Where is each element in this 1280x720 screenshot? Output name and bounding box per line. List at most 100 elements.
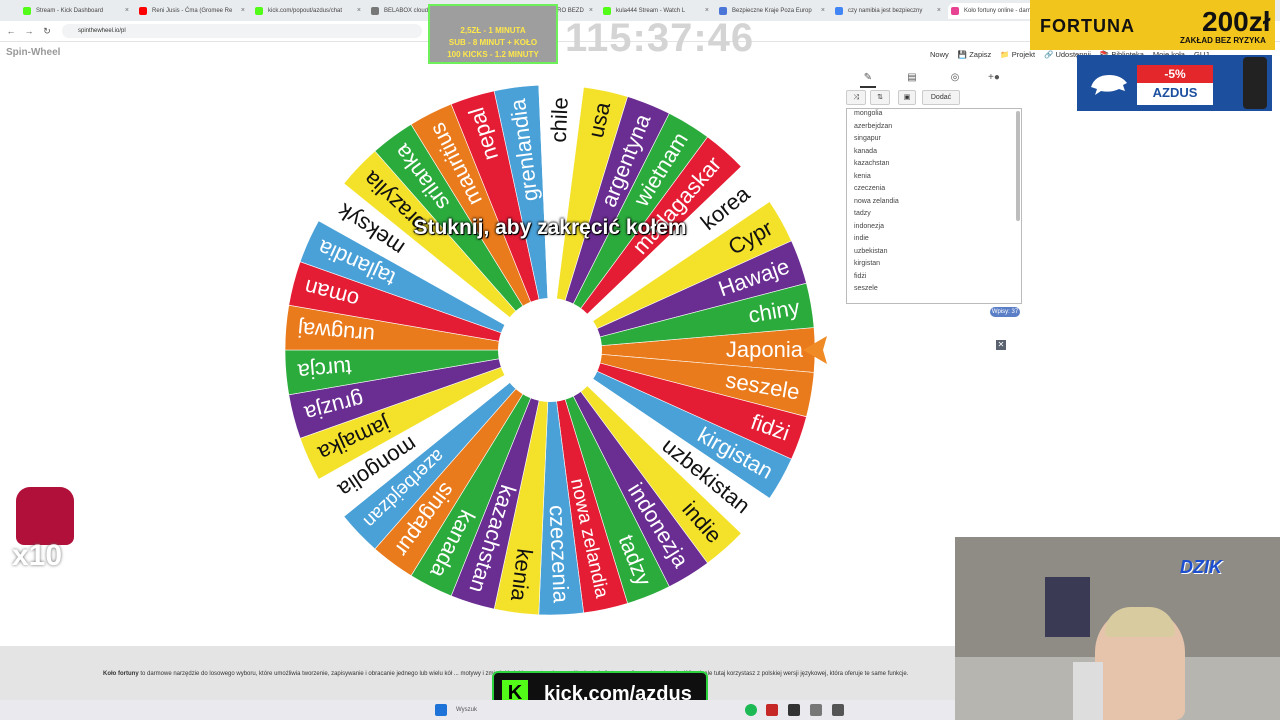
- dzik-banner: -5% AZDUS: [1077, 55, 1272, 111]
- windows-taskbar: Wyszuk: [0, 700, 955, 720]
- multiplier-badge: x10: [12, 487, 78, 577]
- browser-tab[interactable]: czy namibia jest bezpieczny ×: [832, 3, 944, 19]
- footer-bold: Koło fortuny: [103, 671, 141, 677]
- scrollbar[interactable]: [1016, 111, 1020, 221]
- entry-line[interactable]: czeczenia: [854, 185, 885, 192]
- headphones: [1073, 662, 1103, 720]
- entry-line[interactable]: singapur: [854, 135, 881, 142]
- entry-line[interactable]: azerbejdzan: [854, 123, 892, 130]
- tab-favicon-icon: [23, 7, 31, 15]
- tab-close-icon[interactable]: ×: [125, 3, 129, 19]
- fortuna-logo: FORTUNA: [1040, 16, 1135, 36]
- dzik-logo: DZIK: [1180, 557, 1222, 577]
- wheel-segment-label: czeczenia: [545, 504, 574, 604]
- terminal-icon[interactable]: [788, 704, 800, 716]
- clipboard-icon[interactable]: ▤: [904, 70, 920, 86]
- tab-close-icon[interactable]: ×: [937, 3, 941, 19]
- tab-favicon-icon: [139, 7, 147, 15]
- reload-icon[interactable]: ↻: [40, 24, 54, 38]
- app-icon[interactable]: [810, 704, 822, 716]
- spotify-icon[interactable]: [745, 704, 757, 716]
- entry-line[interactable]: seszele: [854, 285, 878, 292]
- tab-close-icon[interactable]: ×: [241, 3, 245, 19]
- shuffle-button[interactable]: ⤨: [846, 90, 866, 105]
- wheel-segment-label: turcja: [296, 355, 352, 385]
- browser-tab[interactable]: Reni Jusis - Ćma (Gromee Re ×: [136, 3, 248, 19]
- spin-hint[interactable]: Stuknij, aby zakręcić kołem: [340, 216, 760, 240]
- url-field[interactable]: spinthewheel.io/pl: [62, 24, 422, 38]
- taskbar-search[interactable]: Wyszuk: [456, 704, 496, 716]
- forward-icon[interactable]: →: [22, 24, 36, 38]
- multiplier-label: x10: [12, 539, 63, 572]
- timer-rules-box: 2,5ZŁ - 1 MINUTA SUB - 8 MINUT + KOŁO 10…: [428, 4, 558, 64]
- streamer-hair: [1105, 607, 1175, 637]
- browser-tab[interactable]: kick.com/popout/azdus/chat ×: [252, 3, 364, 19]
- image-button[interactable]: ▣: [898, 90, 916, 105]
- tab-close-icon[interactable]: ×: [821, 3, 825, 19]
- entry-line[interactable]: kazachstan: [854, 160, 889, 167]
- sort-button[interactable]: ⇅: [870, 90, 890, 105]
- spin-wheel[interactable]: Japoniaseszelefidżikirgistanuzbekistanin…: [285, 85, 845, 625]
- page-footer: Koło fortuny to darmowe narzędzie do los…: [0, 646, 955, 700]
- add-color-icon[interactable]: +●: [986, 70, 1002, 86]
- browser-tab[interactable]: Stream - Kick Dashboard ×: [20, 3, 132, 19]
- tab-label: czy namibia jest bezpieczny: [848, 8, 923, 14]
- tab-label: BELABOX cloud: [384, 8, 429, 14]
- discount-label: -5%: [1137, 65, 1213, 83]
- app-icon-2[interactable]: [832, 704, 844, 716]
- tab-favicon-icon: [951, 7, 959, 15]
- add-button[interactable]: Dodać: [922, 90, 960, 105]
- menu-item[interactable]: 💾 Zapisz: [958, 50, 992, 59]
- close-icon[interactable]: ✕: [996, 340, 1006, 350]
- entry-line[interactable]: uzbekistan: [854, 248, 887, 255]
- menu-item[interactable]: 📁 Projekt: [1000, 50, 1035, 59]
- wheel-segment-label: chile: [546, 97, 573, 143]
- fortuna-amount: 200zł: [1202, 6, 1271, 37]
- entries-toolbar: ⤨ ⇅ ▣ Dodać: [846, 90, 1022, 105]
- promo-code: AZDUS: [1152, 85, 1198, 100]
- tab-label: Reni Jusis - Ćma (Gromee Re: [152, 8, 233, 14]
- tab-favicon-icon: [255, 7, 263, 15]
- entry-line[interactable]: kirgistan: [854, 260, 880, 267]
- stream-timer: 115:37:46: [565, 16, 755, 60]
- editor-tabs: ✎ ▤ ◎ +●: [846, 70, 1022, 88]
- gift-icon: [16, 487, 74, 545]
- start-icon[interactable]: [435, 704, 447, 716]
- tab-label: Koło fortuny online - darmo: [964, 8, 1037, 14]
- tab-label: Stream - Kick Dashboard: [36, 8, 104, 14]
- rule-line-1: 2,5ZŁ - 1 MINUTA: [460, 26, 526, 35]
- entry-line[interactable]: kanada: [854, 148, 877, 155]
- entry-line[interactable]: mongolia: [854, 110, 882, 117]
- fortuna-subtitle: ZAKŁAD BEZ RYZYKA: [1180, 36, 1266, 45]
- obs-icon[interactable]: [766, 704, 778, 716]
- tab-label: kula444 Stream - Watch L: [616, 8, 686, 14]
- entry-line[interactable]: kenia: [854, 173, 871, 180]
- wheel-center[interactable]: [498, 298, 602, 402]
- rule-line-3: 100 KICKS - 1.2 MINUTY: [447, 50, 539, 59]
- fridge: [1045, 577, 1090, 637]
- entry-line[interactable]: tadzy: [854, 210, 871, 217]
- entry-line[interactable]: indonezja: [854, 223, 884, 230]
- entry-line[interactable]: fidżi: [854, 273, 866, 280]
- tab-favicon-icon: [719, 7, 727, 15]
- tab-favicon-icon: [603, 7, 611, 15]
- boar-icon: [1091, 75, 1127, 95]
- menu-item[interactable]: Nowy: [930, 50, 949, 59]
- hide-eye-icon[interactable]: ◎: [947, 70, 963, 86]
- entry-line[interactable]: nowa zelandia: [854, 198, 899, 205]
- tab-label: kick.com/popout/azdus/chat: [268, 8, 343, 14]
- entries-count-badge: Wpisy: 37: [990, 307, 1020, 317]
- back-icon[interactable]: ←: [4, 24, 18, 38]
- webcam-feed: DZIK: [955, 537, 1280, 720]
- edit-pencil-icon[interactable]: ✎: [860, 70, 876, 88]
- tab-close-icon[interactable]: ×: [357, 3, 361, 19]
- entry-line[interactable]: indie: [854, 235, 869, 242]
- tab-favicon-icon: [835, 7, 843, 15]
- site-logo[interactable]: Spin-Wheel: [6, 47, 60, 58]
- energy-drink-icon: [1243, 57, 1267, 109]
- entries-textarea[interactable]: mongolia azerbejdzan singapur kanada kazachs…: [846, 108, 1022, 304]
- tab-label: Bezpieczne Kraje Poza Europ: [732, 8, 812, 14]
- wheel-segment-label: Japonia: [726, 337, 804, 362]
- fortuna-banner: FORTUNA 200zł ZAKŁAD BEZ RYZYKA: [1030, 0, 1275, 50]
- tab-favicon-icon: [371, 7, 379, 15]
